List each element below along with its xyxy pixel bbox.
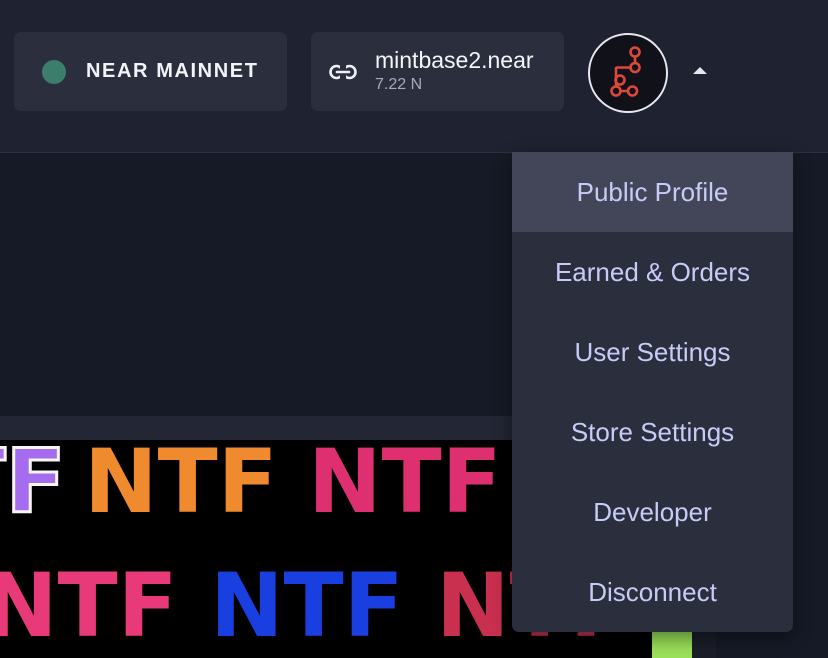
artwork-text: NTF <box>0 440 66 533</box>
mintbase-logo-icon <box>610 46 641 97</box>
artwork-text: NTF <box>308 440 502 533</box>
menu-item-store-settings[interactable]: Store Settings <box>512 392 793 472</box>
caret-up-icon[interactable] <box>693 67 707 74</box>
menu-item-public-profile[interactable]: Public Profile <box>512 152 793 232</box>
avatar[interactable] <box>588 33 668 113</box>
network-selector-button[interactable]: NEAR MAINNET <box>14 32 287 111</box>
artwork-text: NTF <box>84 440 278 533</box>
top-bar: NEAR MAINNET mintbase2.near 7.22 N <box>0 0 828 153</box>
artwork-text: NTF <box>0 554 178 657</box>
artwork-text: NTF <box>210 554 404 657</box>
link-icon <box>329 63 357 81</box>
menu-item-user-settings[interactable]: User Settings <box>512 312 793 392</box>
menu-item-disconnect[interactable]: Disconnect <box>512 552 793 632</box>
menu-item-earned-orders[interactable]: Earned & Orders <box>512 232 793 312</box>
account-balance: 7.22 N <box>375 76 423 93</box>
account-dropdown-menu: Public Profile Earned & Orders User Sett… <box>512 152 793 632</box>
account-name: mintbase2.near <box>375 47 534 73</box>
account-button[interactable]: mintbase2.near 7.22 N <box>311 32 564 111</box>
menu-item-developer[interactable]: Developer <box>512 472 793 552</box>
network-label: NEAR MAINNET <box>86 60 259 82</box>
network-status-dot <box>42 59 66 84</box>
